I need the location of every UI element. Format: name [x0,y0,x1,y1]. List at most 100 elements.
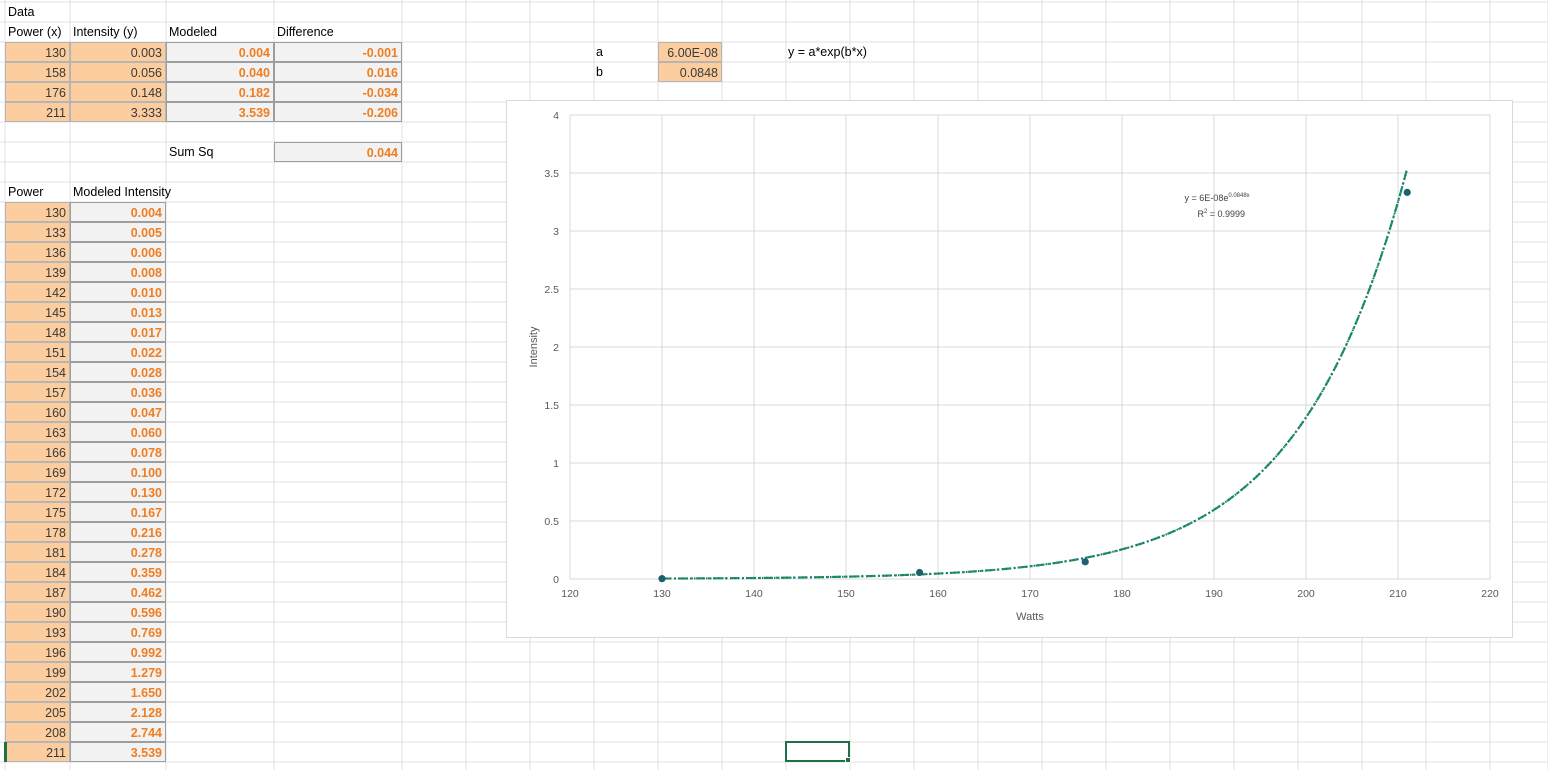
y-tick-label: 2 [553,342,559,354]
table2-modeled-cell[interactable]: 0.278 [70,542,166,562]
table2-modeled-cell[interactable]: 0.047 [70,402,166,422]
data-power-cell[interactable]: 130 [5,42,70,62]
table2-power-cell[interactable]: 136 [5,242,70,262]
data-point [1403,188,1411,196]
active-row-indicator [4,742,7,762]
param-a-cell[interactable]: 6.00E-08 [658,42,722,62]
data-power-cell[interactable]: 211 [5,102,70,122]
chart-area[interactable]: 120 130 140 150 160 170 180 190 200 210 220 0 0.5 1 1.… [506,100,1513,638]
table2-power-cell[interactable]: 154 [5,362,70,382]
table2-power-cell[interactable]: 202 [5,682,70,702]
table2-modeled-cell[interactable]: 2.744 [70,722,166,742]
x-tick-label: 140 [745,588,763,600]
table2-power-cell[interactable]: 172 [5,482,70,502]
fill-handle[interactable] [845,757,851,763]
table2-modeled-cell[interactable]: 1.279 [70,662,166,682]
table2-modeled-cell[interactable]: 0.010 [70,282,166,302]
x-tick-label: 130 [653,588,671,600]
table2-modeled-cell[interactable]: 0.130 [70,482,166,502]
table2-power-cell[interactable]: 181 [5,542,70,562]
header-difference: Difference [277,25,334,39]
table2-power-cell[interactable]: 163 [5,422,70,442]
scatter-plot: 120 130 140 150 160 170 180 190 200 210 220 0 0.5 1 1.… [528,110,1499,623]
table2-modeled-cell[interactable]: 0.100 [70,462,166,482]
data-difference-cell[interactable]: -0.001 [274,42,402,62]
table2-power-cell[interactable]: 187 [5,582,70,602]
param-b-cell[interactable]: 0.0848 [658,62,722,82]
data-modeled-cell[interactable]: 3.539 [166,102,274,122]
sum-sq-value-cell[interactable]: 0.044 [274,142,402,162]
table2-modeled-cell[interactable]: 1.650 [70,682,166,702]
table2-header-power: Power [8,185,44,199]
table2-modeled-cell[interactable]: 0.167 [70,502,166,522]
table2-power-cell[interactable]: 151 [5,342,70,362]
data-modeled-cell[interactable]: 0.182 [166,82,274,102]
table2-power-cell[interactable]: 169 [5,462,70,482]
table2-power-cell[interactable]: 175 [5,502,70,522]
active-cell-selection[interactable] [785,741,850,762]
data-difference-cell[interactable]: 0.016 [274,62,402,82]
table2-power-cell[interactable]: 196 [5,642,70,662]
table2-header-modeled: Modeled Intensity [73,185,171,199]
table2-power-cell[interactable]: 190 [5,602,70,622]
table2-power-cell[interactable]: 142 [5,282,70,302]
sum-sq-label: Sum Sq [169,145,214,159]
table2-modeled-cell[interactable]: 0.078 [70,442,166,462]
table2-power-cell[interactable]: 139 [5,262,70,282]
table2-modeled-cell[interactable]: 0.005 [70,222,166,242]
table2-modeled-cell[interactable]: 0.462 [70,582,166,602]
data-modeled-cell[interactable]: 0.040 [166,62,274,82]
x-tick-label: 210 [1389,588,1407,600]
table2-modeled-cell[interactable]: 0.028 [70,362,166,382]
data-power-cell[interactable]: 158 [5,62,70,82]
table2-modeled-cell[interactable]: 0.006 [70,242,166,262]
table2-power-cell[interactable]: 160 [5,402,70,422]
table2-modeled-cell[interactable]: 0.216 [70,522,166,542]
data-modeled-cell[interactable]: 0.004 [166,42,274,62]
x-tick-label: 220 [1481,588,1499,600]
data-intensity-cell[interactable]: 0.148 [70,82,166,102]
table2-power-cell[interactable]: 208 [5,722,70,742]
data-difference-cell[interactable]: -0.206 [274,102,402,122]
y-axis-title: Intensity [528,326,540,367]
formula-text: y = a*exp(b*x) [788,45,867,59]
data-intensity-cell[interactable]: 0.003 [70,42,166,62]
table2-power-cell[interactable]: 130 [5,202,70,222]
data-point [1081,558,1089,566]
table2-power-cell[interactable]: 166 [5,442,70,462]
table2-power-cell[interactable]: 205 [5,702,70,722]
header-modeled: Modeled [169,25,217,39]
table2-modeled-cell[interactable]: 0.017 [70,322,166,342]
table2-modeled-cell[interactable]: 0.359 [70,562,166,582]
table2-modeled-cell[interactable]: 0.060 [70,422,166,442]
table2-modeled-cell[interactable]: 0.022 [70,342,166,362]
table2-modeled-cell[interactable]: 0.036 [70,382,166,402]
table2-modeled-cell[interactable]: 2.128 [70,702,166,722]
table2-modeled-cell[interactable]: 3.539 [70,742,166,762]
data-power-cell[interactable]: 176 [5,82,70,102]
table2-power-cell[interactable]: 184 [5,562,70,582]
x-tick-label: 170 [1021,588,1039,600]
y-tick-label: 3.5 [544,168,559,180]
table2-power-cell[interactable]: 199 [5,662,70,682]
data-intensity-cell[interactable]: 0.056 [70,62,166,82]
table2-modeled-cell[interactable]: 0.769 [70,622,166,642]
x-tick-label: 190 [1205,588,1223,600]
x-tick-label: 200 [1297,588,1315,600]
table2-power-cell[interactable]: 211 [5,742,70,762]
table2-modeled-cell[interactable]: 0.008 [70,262,166,282]
table2-power-cell[interactable]: 193 [5,622,70,642]
table2-modeled-cell[interactable]: 0.013 [70,302,166,322]
table2-power-cell[interactable]: 133 [5,222,70,242]
table2-modeled-cell[interactable]: 0.596 [70,602,166,622]
y-tick-label: 2.5 [544,284,559,296]
table2-modeled-cell[interactable]: 0.004 [70,202,166,222]
table2-modeled-cell[interactable]: 0.992 [70,642,166,662]
table2-power-cell[interactable]: 157 [5,382,70,402]
x-tick-label: 160 [929,588,947,600]
data-difference-cell[interactable]: -0.034 [274,82,402,102]
table2-power-cell[interactable]: 145 [5,302,70,322]
data-intensity-cell[interactable]: 3.333 [70,102,166,122]
table2-power-cell[interactable]: 148 [5,322,70,342]
table2-power-cell[interactable]: 178 [5,522,70,542]
